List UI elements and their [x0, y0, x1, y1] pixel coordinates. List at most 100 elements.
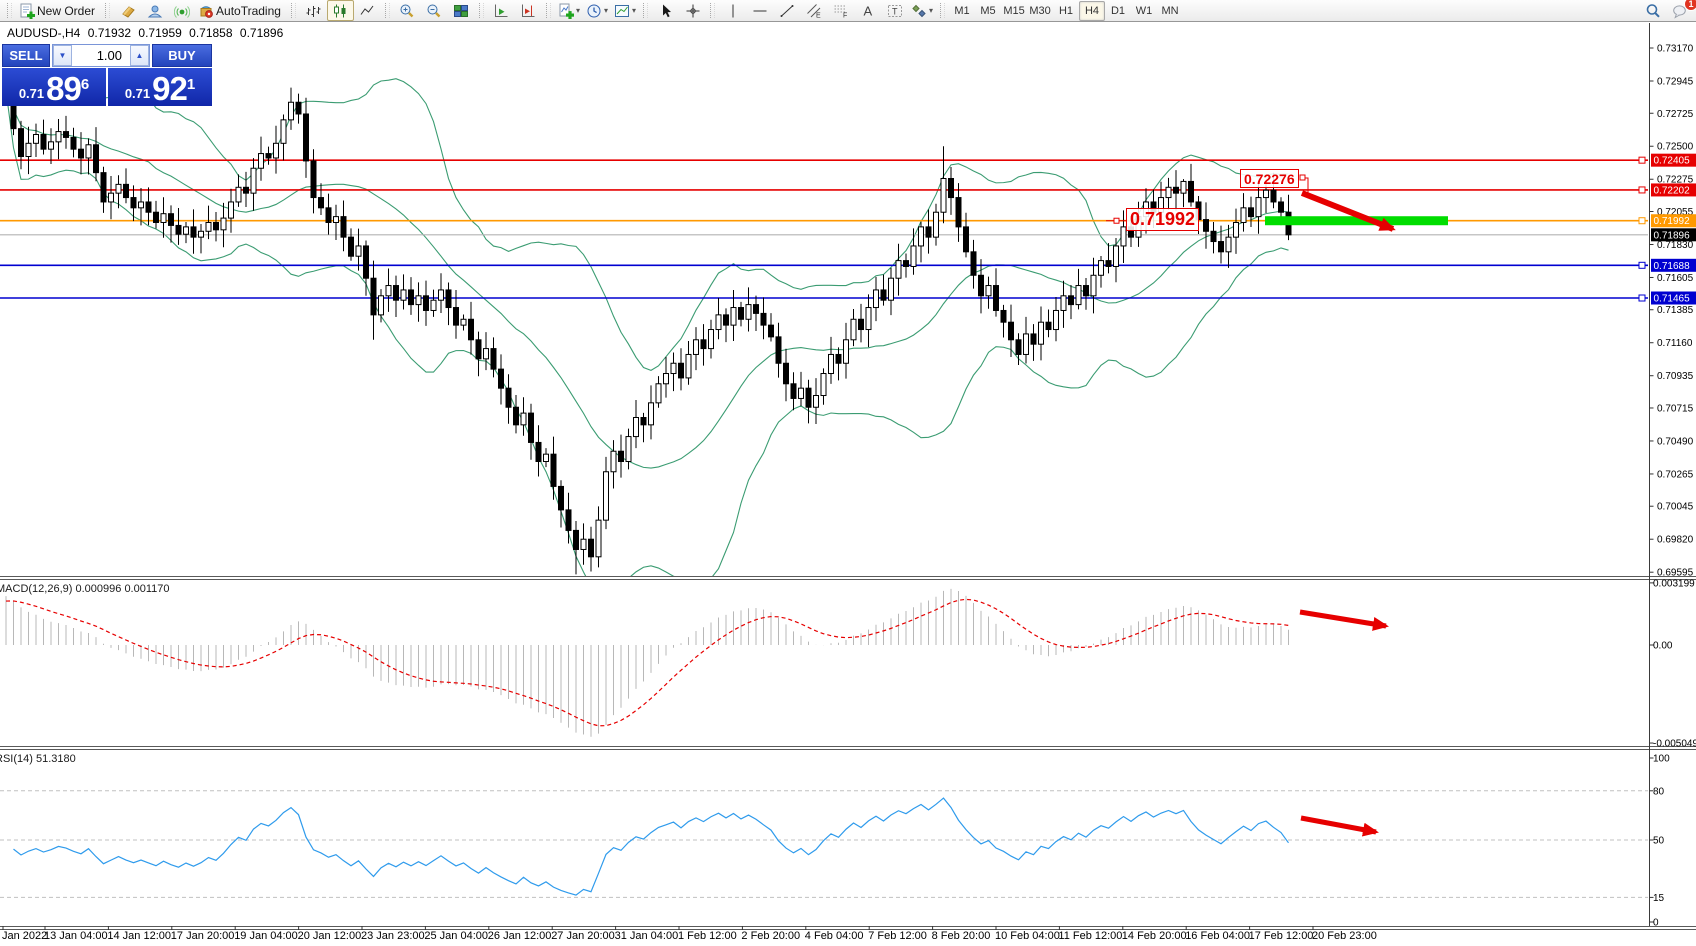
- price-annotation-0.71992[interactable]: 0.71992: [1126, 208, 1199, 231]
- timeframe-h4-button[interactable]: H4: [1079, 1, 1105, 21]
- crosshair-icon[interactable]: [679, 0, 706, 21]
- candle-body: [544, 454, 549, 461]
- chart-canvas[interactable]: 0.731700.729450.727250.725000.722750.720…: [0, 0, 1696, 946]
- candle-body: [394, 286, 399, 301]
- candle-body: [596, 520, 601, 557]
- candle-body: [139, 202, 144, 208]
- new-order-icon[interactable]: New Order: [16, 0, 101, 21]
- candle-body: [446, 290, 451, 308]
- candle-body: [866, 308, 871, 330]
- candle-body: [1256, 198, 1261, 217]
- rsi-panel[interactable]: [14, 798, 1289, 895]
- timeframe-d1-button[interactable]: D1: [1105, 1, 1131, 21]
- time-axis[interactable]: Jan 202213 Jan 04:0014 Jan 12:0017 Jan 2…: [0, 930, 1696, 946]
- timeframe-m5-button[interactable]: M5: [975, 1, 1001, 21]
- candle-body: [499, 369, 504, 388]
- candle-body: [469, 319, 474, 340]
- price-tick-label: 0.71605: [1657, 273, 1694, 284]
- toolbar-separator: [105, 3, 110, 18]
- market-gold-icon[interactable]: [114, 0, 141, 21]
- zoom-in-icon[interactable]: [394, 0, 421, 21]
- time-axis-label: 4 Feb 04:00: [805, 930, 864, 942]
- bid-big-digits: 89: [46, 74, 81, 104]
- candle-body: [559, 486, 564, 509]
- text-icon[interactable]: A: [854, 0, 881, 21]
- trend-arrow[interactable]: [1300, 612, 1386, 626]
- ohlc-low: 0.71858: [189, 26, 232, 40]
- level-anchor-handle[interactable]: [1639, 262, 1645, 268]
- auto-scroll-icon[interactable]: [488, 0, 515, 21]
- timeframe-w1-button[interactable]: W1: [1131, 1, 1157, 21]
- candlestick-chart-icon[interactable]: [327, 0, 354, 21]
- candle-body: [859, 319, 864, 329]
- volume-decrease-button[interactable]: ▼: [53, 45, 72, 66]
- search-icon[interactable]: [1639, 0, 1666, 21]
- timeframe-m30-button[interactable]: M30: [1027, 1, 1053, 21]
- text-label-icon[interactable]: T: [881, 0, 908, 21]
- equidistant-channel-icon[interactable]: E: [800, 0, 827, 21]
- candle-body: [1114, 246, 1119, 267]
- periods-icon[interactable]: ▾: [583, 0, 611, 21]
- volume-increase-button[interactable]: ▲: [130, 45, 149, 66]
- svg-text:F: F: [843, 12, 847, 19]
- candle-body: [214, 222, 219, 229]
- fibonacci-icon[interactable]: F: [827, 0, 854, 21]
- timeframe-mn-button[interactable]: MN: [1157, 1, 1183, 21]
- line-chart-icon[interactable]: [354, 0, 381, 21]
- timeframe-m1-button[interactable]: M1: [949, 1, 975, 21]
- candle-body: [1249, 208, 1254, 217]
- volume-field[interactable]: 1.00: [72, 45, 130, 66]
- timeframe-h1-button[interactable]: H1: [1053, 1, 1079, 21]
- candle-body: [649, 403, 654, 425]
- trend-arrow[interactable]: [1301, 818, 1376, 832]
- level-anchor-handle[interactable]: [1639, 295, 1645, 301]
- chat-icon[interactable]: 1: [1666, 0, 1693, 21]
- zoom-out-icon[interactable]: [421, 0, 448, 21]
- templates-icon[interactable]: ▾: [611, 0, 639, 21]
- bar-chart-icon[interactable]: [300, 0, 327, 21]
- candle-body: [634, 418, 639, 437]
- level-anchor-handle[interactable]: [1639, 187, 1645, 193]
- ask-price[interactable]: 0.71 92 1: [108, 68, 212, 106]
- price-annotation-0.72276[interactable]: 0.72276: [1240, 169, 1299, 188]
- time-axis-label: 20 Jan 12:00: [298, 930, 362, 942]
- macd-panel[interactable]: [6, 589, 1289, 737]
- candle-body: [626, 437, 631, 462]
- chart-shift-icon[interactable]: [515, 0, 542, 21]
- candle-body: [896, 261, 901, 279]
- community-icon[interactable]: [141, 0, 168, 21]
- cursor-icon[interactable]: [652, 0, 679, 21]
- indicators-icon[interactable]: ▾: [555, 0, 583, 21]
- buy-button[interactable]: BUY: [152, 44, 212, 67]
- candle-body: [739, 308, 744, 320]
- trendline-icon[interactable]: [773, 0, 800, 21]
- candle-body: [416, 296, 421, 305]
- ohlc-close: 0.71896: [240, 26, 283, 40]
- candle-body: [169, 214, 174, 226]
- candle-body: [889, 278, 894, 300]
- dropdown-caret-icon: ▾: [632, 6, 636, 15]
- main-chart-panel[interactable]: [6, 71, 1289, 592]
- candle-body: [814, 396, 819, 408]
- candle-body: [356, 246, 361, 256]
- bid-price[interactable]: 0.71 89 6: [2, 68, 106, 106]
- toolbar-separator: [940, 3, 945, 18]
- price-badge-label: 0.71688: [1654, 261, 1691, 272]
- arrows-icon[interactable]: ▾: [908, 0, 936, 21]
- candle-body: [956, 198, 961, 227]
- candle-body: [244, 187, 249, 193]
- level-anchor-handle[interactable]: [1639, 218, 1645, 224]
- candle-body: [71, 137, 76, 149]
- timeframe-m15-button[interactable]: M15: [1001, 1, 1027, 21]
- signals-icon[interactable]: [168, 0, 195, 21]
- level-anchor-handle[interactable]: [1639, 157, 1645, 163]
- candle-body: [124, 184, 129, 197]
- candle-body: [1241, 208, 1246, 223]
- autotrading-icon[interactable]: AutoTrading: [195, 0, 287, 21]
- candle-body: [799, 388, 804, 398]
- vertical-line-icon[interactable]: [719, 0, 746, 21]
- sell-button[interactable]: SELL: [2, 44, 50, 67]
- tile-windows-icon[interactable]: [448, 0, 475, 21]
- candle-body: [1076, 286, 1081, 305]
- horizontal-line-icon[interactable]: [746, 0, 773, 21]
